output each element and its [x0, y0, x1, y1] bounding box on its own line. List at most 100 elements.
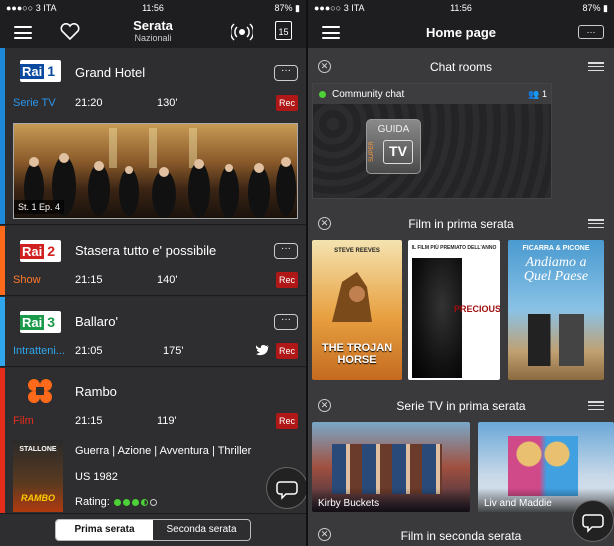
chat-room-card[interactable]: Community chat 👥 1 GUIDA SUPER TV: [312, 83, 552, 199]
poster-figures: [528, 314, 584, 366]
twitter-icon[interactable]: [256, 344, 270, 356]
program-genre: Serie TV: [13, 97, 56, 109]
segment-prima-serata[interactable]: Prima serata: [56, 520, 153, 540]
calendar-day: 15: [278, 27, 289, 37]
poster-title: PRECIOUS: [454, 304, 500, 314]
program-row[interactable]: Rai 1 Grand Hotel ··· Serie TV 21:20 130'…: [0, 48, 306, 225]
film-poster[interactable]: STEVE REEVES THE TROJAN HORSE: [312, 240, 402, 380]
more-options-button[interactable]: ···: [274, 314, 298, 330]
rating-dots: [113, 498, 157, 506]
program-row[interactable]: Rai 3 Ballaro' ··· Intratteni... 21:05 17…: [0, 297, 306, 367]
channel-stripe: [0, 48, 5, 224]
rating-dot: [113, 498, 121, 506]
section-title: Film in prima serata: [408, 217, 514, 231]
program-genre: Intratteni...: [13, 345, 65, 357]
program-title: Grand Hotel: [75, 65, 146, 80]
live-broadcast-icon[interactable]: [231, 22, 253, 42]
channel-stripe: [0, 297, 5, 366]
section-title: Chat rooms: [429, 60, 493, 74]
record-button[interactable]: Rec: [276, 272, 298, 288]
drag-handle-icon[interactable]: [588, 219, 604, 228]
series-card[interactable]: Kirby Buckets: [312, 422, 470, 512]
channel-logo-rai1: Rai 1: [20, 60, 61, 82]
series-title: Kirby Buckets: [312, 488, 470, 512]
program-details: Guerra | Azione | Avventura | Thriller: [75, 445, 252, 457]
logo-text-top: GUIDA: [377, 124, 410, 135]
more-options-button[interactable]: ···: [274, 243, 298, 259]
status-bar: ●●●○○ 3 ITA 11:56 87% ▮: [308, 0, 614, 16]
section-header: ✕ Film in seconda serata: [308, 522, 614, 546]
chat-bubble-button[interactable]: [266, 467, 306, 509]
channel-logo-rai4: [28, 379, 52, 403]
program-title: Ballaro': [75, 314, 118, 329]
film-poster[interactable]: FICARRA & PICONE Andiamo a Quel Paese: [508, 240, 604, 380]
series-card[interactable]: Liv and Maddie: [478, 422, 614, 512]
program-title: Rambo: [75, 384, 117, 399]
chat-bubble-button[interactable]: [572, 500, 614, 542]
rating-label: Rating:: [75, 496, 110, 508]
program-duration: 175': [163, 345, 184, 357]
film-poster[interactable]: IL FILM PIÙ PREMIATO DELL'ANNO PRECIOUS: [408, 240, 500, 380]
program-time: 21:20: [75, 97, 103, 109]
program-origin: US 1982: [75, 471, 118, 483]
poster-portrait: [412, 258, 462, 378]
program-genre: Show: [13, 274, 41, 286]
record-button[interactable]: Rec: [276, 413, 298, 429]
more-options-button[interactable]: ···: [274, 65, 298, 81]
program-row[interactable]: Rai 2 Stasera tutto e' possibile ··· Show…: [0, 226, 306, 296]
status-bar: ●●●○○ 3 ITA 11:56 87% ▮: [0, 0, 306, 16]
channel-logo-rai2: Rai 2: [20, 240, 61, 262]
horse-illustration: [332, 272, 372, 322]
program-time: 21:05: [75, 345, 103, 357]
section-header: ✕ Film in prima serata: [308, 209, 614, 239]
section-title: Film in seconda serata: [400, 529, 522, 543]
poster-title: Andiamo a Quel Paese: [523, 255, 589, 284]
channel-stripe: [0, 226, 5, 295]
page-title: Home page: [425, 25, 497, 40]
record-button[interactable]: Rec: [276, 95, 298, 111]
rating-dot: [122, 498, 130, 506]
rating-dot: [131, 498, 139, 506]
film-carousel: STEVE REEVES THE TROJAN HORSE IL FILM PI…: [308, 240, 614, 384]
title-text: Serata: [133, 18, 173, 33]
series-people: [508, 436, 578, 496]
battery-percent: 87%: [582, 2, 601, 13]
chat-pattern: [313, 104, 551, 198]
logo-text-side: SUPER: [369, 141, 375, 162]
program-image[interactable]: St. 1 Ep. 4: [13, 123, 298, 219]
chat-rooms-section: ✕ Chat rooms Community chat 👥 1 GUIDA SU…: [308, 52, 614, 204]
top-nav: Home page ···: [308, 16, 614, 48]
page-title: Serata Nazionali: [0, 18, 306, 43]
channel-stripe: [0, 368, 5, 513]
movie-poster[interactable]: STALLONE RAMBO: [13, 440, 63, 512]
poster-credit: STEVE REEVES: [334, 248, 380, 254]
program-row[interactable]: Rambo Film 21:15 119' Rec STALLONE RAMBO…: [0, 368, 306, 514]
poster-credit: FICARRA & PICONE: [522, 245, 590, 252]
calendar-icon[interactable]: 15: [275, 21, 292, 40]
drag-handle-icon[interactable]: [588, 62, 604, 71]
home-screen: ●●●○○ 3 ITA 11:56 87% ▮ Home page ··· ✕ …: [308, 0, 614, 546]
superguidatv-logo: GUIDA SUPER TV: [366, 119, 421, 174]
poster-title: THE TROJAN HORSE: [321, 342, 393, 366]
rating-dot: [140, 498, 148, 506]
serie-tv-section: ✕ Serie TV in prima serata Kirby Buckets…: [308, 391, 614, 517]
clock: 11:56: [142, 3, 164, 13]
serata-screen: ●●●○○ 3 ITA 11:56 87% ▮ Serata Nazionali…: [0, 0, 306, 546]
series-people: [332, 444, 442, 494]
section-title: Serie TV in prima serata: [396, 399, 526, 413]
online-indicator-icon: [319, 90, 326, 98]
more-button[interactable]: ···: [578, 25, 604, 39]
section-header: ✕ Chat rooms: [308, 52, 614, 82]
segmented-control: Prima serata Seconda serata: [55, 519, 251, 541]
record-button[interactable]: Rec: [276, 343, 298, 359]
segment-seconda-serata[interactable]: Seconda serata: [153, 520, 250, 540]
user-count: 1: [541, 88, 547, 99]
channel-logo-rai3: Rai 3: [20, 311, 61, 333]
drag-handle-icon[interactable]: [588, 401, 604, 410]
subtitle-text: Nazionali: [134, 33, 172, 43]
program-duration: 130': [157, 97, 178, 109]
film-prima-serata-section: ✕ Film in prima serata STEVE REEVES THE …: [308, 209, 614, 391]
episode-label: St. 1 Ep. 4: [14, 200, 65, 214]
top-nav: Serata Nazionali 15: [0, 16, 306, 48]
program-duration: 119': [157, 415, 177, 427]
